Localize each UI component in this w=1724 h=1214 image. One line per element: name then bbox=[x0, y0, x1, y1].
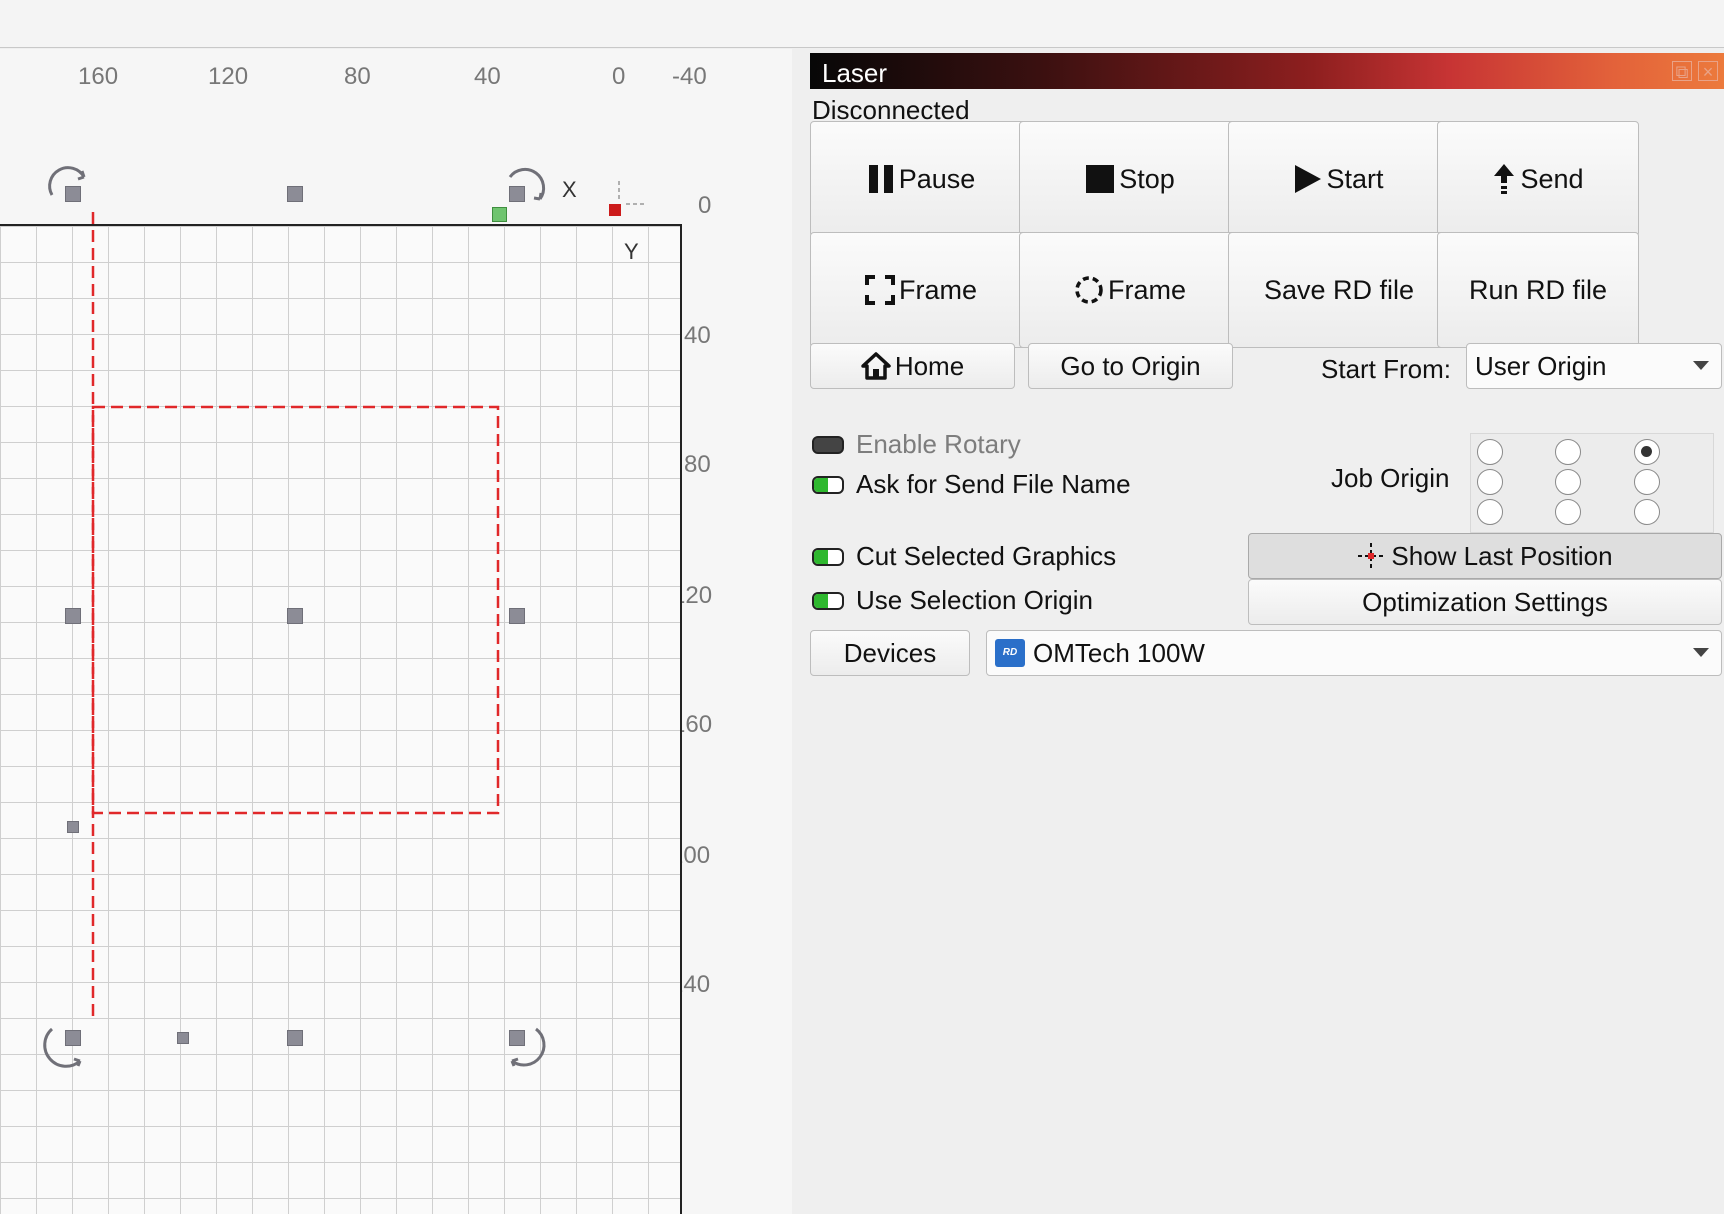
devices-label: Devices bbox=[843, 637, 937, 668]
device-dropdown[interactable]: RD OMTech 100W bbox=[986, 630, 1722, 676]
stop-button[interactable]: Stop bbox=[1019, 121, 1241, 237]
job-origin-middle-left[interactable] bbox=[1477, 469, 1503, 495]
home-icon bbox=[861, 352, 891, 380]
job-origin-top-left[interactable] bbox=[1477, 439, 1503, 465]
chevron-down-icon bbox=[1693, 361, 1709, 370]
job-origin-bottom-center[interactable] bbox=[1555, 499, 1581, 525]
chevron-down-icon bbox=[1693, 648, 1709, 657]
selection-overlay bbox=[43, 166, 646, 1068]
job-origin-selector bbox=[1470, 433, 1714, 533]
play-icon bbox=[1294, 164, 1322, 194]
panel-title: Laser bbox=[822, 58, 888, 88]
frame-rect-label: Frame bbox=[898, 274, 977, 305]
save-rd-file-button[interactable]: Save RD file bbox=[1228, 232, 1450, 348]
show-last-position-button[interactable]: Show Last Position bbox=[1248, 533, 1722, 579]
stop-icon bbox=[1085, 164, 1115, 194]
ask-send-file-name-toggle[interactable] bbox=[812, 476, 844, 494]
canvas-workspace[interactable]: 160 120 80 40 0 -40 0 40 80 120 160 200 … bbox=[0, 49, 792, 1214]
upload-arrow-icon bbox=[1492, 163, 1516, 195]
start-from-dropdown[interactable]: User Origin bbox=[1466, 343, 1722, 389]
start-label: Start bbox=[1326, 163, 1384, 194]
resize-handle-left[interactable] bbox=[65, 608, 81, 624]
cut-selected-graphics-label: Cut Selected Graphics bbox=[856, 541, 1117, 571]
pause-button[interactable]: Pause bbox=[810, 121, 1032, 237]
stop-label: Stop bbox=[1119, 163, 1175, 194]
home-label: Home bbox=[894, 350, 965, 381]
frame-circle-label: Frame bbox=[1107, 274, 1186, 305]
job-origin-top-center[interactable] bbox=[1555, 439, 1581, 465]
ruida-logo-icon: RD bbox=[995, 639, 1025, 667]
node-handle[interactable] bbox=[177, 1032, 189, 1044]
run-rd-file-button[interactable]: Run RD file bbox=[1437, 232, 1639, 348]
origin-marker bbox=[609, 204, 621, 216]
go-to-origin-button[interactable]: Go to Origin bbox=[1028, 343, 1233, 389]
optimization-settings-button[interactable]: Optimization Settings bbox=[1248, 579, 1722, 625]
device-name: OMTech 100W bbox=[1033, 637, 1205, 668]
start-from-label: Start From: bbox=[1321, 354, 1452, 384]
rotate-handle-top-left[interactable] bbox=[65, 186, 81, 202]
use-selection-origin-toggle[interactable] bbox=[812, 592, 844, 610]
job-origin-bottom-right[interactable] bbox=[1634, 499, 1660, 525]
frame-circle-button[interactable]: Frame bbox=[1019, 232, 1241, 348]
enable-rotary-label: Enable Rotary bbox=[856, 429, 1021, 459]
go-to-origin-label: Go to Origin bbox=[1060, 350, 1201, 381]
ask-send-file-name-label: Ask for Send File Name bbox=[856, 469, 1131, 499]
laser-panel-titlebar: Laser ⧉ × bbox=[810, 53, 1724, 89]
devices-button[interactable]: Devices bbox=[810, 630, 970, 676]
resize-handle-right[interactable] bbox=[509, 608, 525, 624]
laser-panel: Laser ⧉ × Disconnected Pause Stop Start … bbox=[802, 49, 1724, 1214]
pause-icon bbox=[867, 164, 895, 194]
pause-label: Pause bbox=[898, 163, 976, 194]
start-point-marker bbox=[492, 207, 507, 222]
home-button[interactable]: Home bbox=[810, 343, 1015, 389]
frame-rect-button[interactable]: Frame bbox=[810, 232, 1032, 348]
optimization-settings-label: Optimization Settings bbox=[1362, 586, 1608, 617]
crosshair-icon bbox=[1357, 542, 1385, 570]
app-toolbar bbox=[0, 0, 1724, 48]
send-label: Send bbox=[1520, 163, 1584, 194]
job-origin-label: Job Origin bbox=[1331, 463, 1450, 493]
rotate-handle-bottom-right[interactable] bbox=[509, 1030, 525, 1046]
run-rd-file-label: Run RD file bbox=[1468, 274, 1608, 305]
resize-handle-bottom[interactable] bbox=[287, 1030, 303, 1046]
start-from-value: User Origin bbox=[1475, 350, 1607, 381]
rotate-handle-bottom-left[interactable] bbox=[65, 1030, 81, 1046]
node-handle[interactable] bbox=[67, 821, 79, 833]
close-panel-icon[interactable]: × bbox=[1698, 61, 1718, 82]
job-origin-center[interactable] bbox=[1555, 469, 1581, 495]
frame-circle-icon bbox=[1074, 275, 1104, 305]
save-rd-file-label: Save RD file bbox=[1263, 274, 1415, 305]
frame-rect-icon bbox=[864, 275, 895, 305]
move-handle-center[interactable] bbox=[287, 608, 303, 624]
job-origin-bottom-left[interactable] bbox=[1477, 499, 1503, 525]
start-button[interactable]: Start bbox=[1228, 121, 1450, 237]
float-panel-icon[interactable]: ⧉ bbox=[1672, 61, 1692, 82]
use-selection-origin-label: Use Selection Origin bbox=[856, 585, 1093, 615]
resize-handle-top[interactable] bbox=[287, 186, 303, 202]
show-last-position-label: Show Last Position bbox=[1391, 540, 1613, 571]
rotate-handle-top-right[interactable] bbox=[509, 186, 525, 202]
send-button[interactable]: Send bbox=[1437, 121, 1639, 237]
enable-rotary-toggle[interactable] bbox=[812, 436, 844, 454]
job-origin-middle-right[interactable] bbox=[1634, 469, 1660, 495]
cut-selected-graphics-toggle[interactable] bbox=[812, 548, 844, 566]
job-origin-top-right[interactable] bbox=[1634, 439, 1660, 465]
